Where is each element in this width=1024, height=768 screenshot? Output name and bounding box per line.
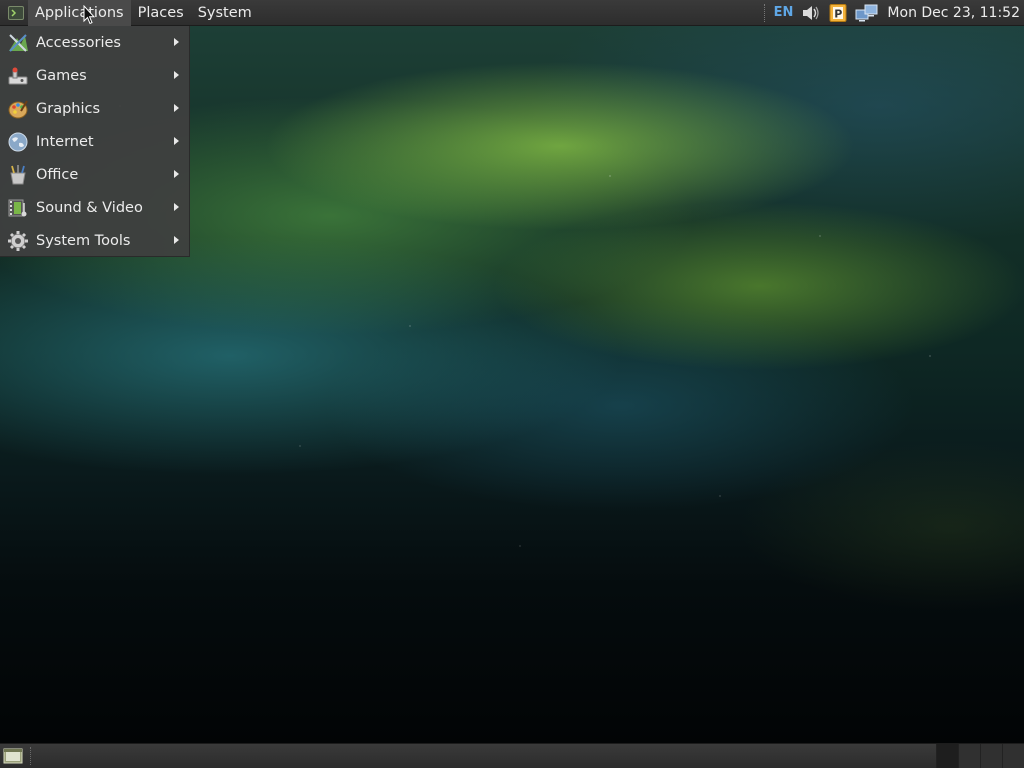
keyboard-layout-indicator[interactable]: EN (774, 0, 794, 26)
menu-item-system-tools[interactable]: System Tools (0, 224, 189, 257)
terminal-launcher-icon[interactable] (6, 3, 26, 23)
menu-item-label: Games (36, 67, 87, 84)
submenu-arrow-icon (174, 104, 179, 112)
graphics-icon (6, 97, 30, 121)
menu-item-accessories[interactable]: Accessories (0, 26, 189, 59)
clipboard-icon[interactable]: P (829, 0, 847, 26)
submenu-arrow-icon (174, 38, 179, 46)
menu-item-label: System Tools (36, 232, 131, 249)
top-panel: Applications Places System EN P Mon Dec … (0, 0, 1024, 26)
panel-separator (30, 747, 33, 765)
submenu-arrow-icon (174, 236, 179, 244)
sound-video-icon (6, 196, 30, 220)
menu-applications[interactable]: Applications (28, 0, 131, 26)
workspace-4[interactable] (1002, 743, 1024, 768)
menu-system[interactable]: System (191, 0, 259, 26)
speaker-icon[interactable] (801, 0, 821, 26)
workspace-1[interactable] (936, 743, 958, 768)
system-tools-icon (6, 229, 30, 253)
submenu-arrow-icon (174, 170, 179, 178)
workspace-3[interactable] (980, 743, 1002, 768)
workspace-2[interactable] (958, 743, 980, 768)
menu-item-internet[interactable]: Internet (0, 125, 189, 158)
applications-menu: Accessories Games Graphics Internet Offi… (0, 26, 190, 257)
menu-item-label: Graphics (36, 100, 101, 117)
internet-icon (6, 130, 30, 154)
workspace-switcher (936, 743, 1024, 768)
svg-text:P: P (835, 7, 843, 20)
menu-item-games[interactable]: Games (0, 59, 189, 92)
office-icon (6, 163, 30, 187)
network-icon[interactable] (855, 0, 879, 26)
menu-item-label: Accessories (36, 34, 121, 51)
games-icon (6, 64, 30, 88)
menu-item-label: Office (36, 166, 79, 183)
submenu-arrow-icon (174, 137, 179, 145)
menu-item-label: Internet (36, 133, 94, 150)
menu-item-label: Sound & Video (36, 199, 143, 216)
system-tray: EN P Mon Dec 23, 11:52 (763, 0, 1024, 26)
menu-item-graphics[interactable]: Graphics (0, 92, 189, 125)
menu-item-office[interactable]: Office (0, 158, 189, 191)
accessories-icon (6, 31, 30, 55)
menu-places[interactable]: Places (131, 0, 191, 26)
show-desktop-icon[interactable] (2, 746, 24, 766)
mouse-cursor-icon (83, 5, 95, 25)
clock[interactable]: Mon Dec 23, 11:52 (887, 0, 1020, 26)
submenu-arrow-icon (174, 203, 179, 211)
tray-separator (763, 3, 766, 22)
menu-item-sound-video[interactable]: Sound & Video (0, 191, 189, 224)
bottom-panel (0, 743, 1024, 768)
submenu-arrow-icon (174, 71, 179, 79)
